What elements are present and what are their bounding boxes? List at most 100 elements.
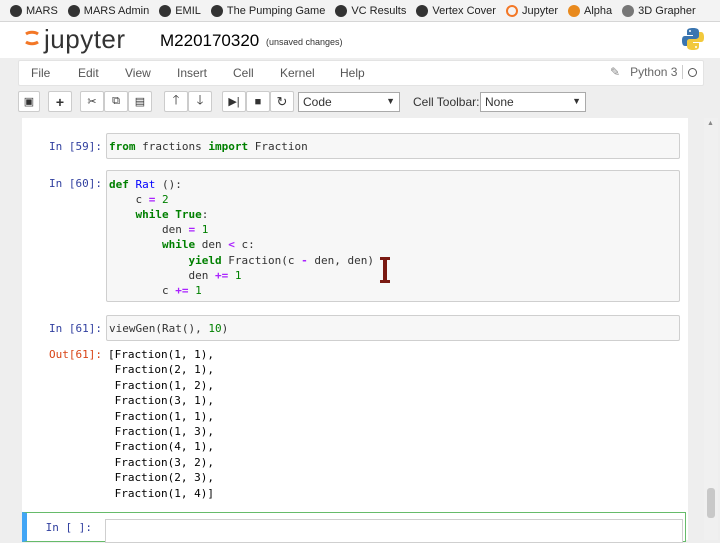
scissors-icon: ✂ [87,96,97,108]
menu-insert[interactable]: Insert [177,66,207,80]
bookmark-label: The Pumping Game [226,4,326,17]
bookmark-the-pumping-game[interactable]: The Pumping Game [210,4,326,17]
insert-cell-button[interactable]: + [48,91,72,112]
menubar: File Edit View Insert Cell Kernel Help ✎… [18,60,704,86]
github-icon [335,4,348,17]
bookmark-mars-admin[interactable]: MARS Admin [67,4,149,17]
jupyter-logo-icon[interactable] [22,28,42,48]
move-up-button[interactable]: 🡑 [164,91,188,112]
output-line: Fraction(2, 3), [108,471,214,485]
jupyter-logo-text[interactable]: jupyter [44,24,126,55]
notebook-title[interactable]: M220170320 [160,31,259,51]
bookmark-label: Jupyter [521,4,559,17]
menu-edit[interactable]: Edit [78,66,99,80]
run-button[interactable]: ▶| [222,91,246,112]
bookmark-label: MARS [26,4,58,17]
scroll-up-icon[interactable]: ▲ [707,120,714,127]
bookmark-label: Vertex Cover [432,4,496,17]
paste-icon: ▤ [134,96,146,108]
paste-button[interactable]: ▤ [128,91,152,112]
output-line: Fraction(2, 1), [108,363,214,377]
menu-view[interactable]: View [125,66,151,80]
interrupt-button[interactable]: ■ [246,91,270,112]
cut-button[interactable]: ✂ [80,91,104,112]
bookmark-jupyter[interactable]: Jupyter [505,4,559,17]
bookmark-label: 3D Grapher [638,4,696,17]
code-line: c = 2 [109,193,169,206]
selected-code-cell[interactable]: In [ ]: [22,512,686,543]
bookmark-emil[interactable]: EMIL [159,4,201,17]
bookmarks-bar: MARS MARS Admin EMIL The Pumping Game VC Res… [0,0,720,22]
bookmark-alpha[interactable]: Alpha [568,4,613,17]
stop-icon: ■ [254,95,262,108]
copy-button[interactable]: ⧉ [104,91,128,112]
code-line: den = 1 [109,223,209,236]
save-button[interactable]: ▣ [18,91,40,112]
python-logo-icon [682,28,704,50]
output-prompt: Out[61]: [49,348,102,361]
code-cell-61[interactable]: viewGen(Rat(), 10) [106,315,680,341]
cell-toolbar-select[interactable]: None ▼ [480,92,586,112]
bookmark-vertex-cover[interactable]: Vertex Cover [416,4,496,17]
kernel-indicator: ✎ Python 3 [610,65,698,79]
kernel-status-icon [688,67,698,77]
output-line: Fraction(1, 3), [108,425,214,438]
github-icon [10,4,22,17]
save-icon: ▣ [23,96,35,108]
bookmark-mars[interactable]: MARS [10,4,58,17]
code-cell-60[interactable]: def Rat (): c = 2 while True: den = 1 wh… [106,170,680,302]
menu-cell[interactable]: Cell [233,66,254,80]
output-line: [Fraction(1, 1), [108,348,214,361]
cell-type-select[interactable]: Code ▼ [298,92,400,112]
output-line: Fraction(1, 1), [108,409,214,423]
bookmark-vc-results[interactable]: VC Results [335,4,407,17]
arrow-down-icon: 🡓 [196,91,204,107]
restart-button[interactable]: ↻ [270,91,294,112]
cell-toolbar-label: Cell Toolbar: [413,95,480,109]
input-prompt: In [ ]: [45,521,92,534]
pencil-icon[interactable]: ✎ [610,65,620,79]
menu-kernel[interactable]: Kernel [280,66,315,80]
copy-icon: ⧉ [112,95,120,107]
bookmark-3d-grapher[interactable]: 3D Grapher [622,4,696,17]
text-cursor-icon [380,257,390,283]
code-line: den += 1 [109,269,242,282]
kernel-name: Python 3 [630,65,678,79]
output-line: Fraction(3, 2), [108,455,214,469]
toolbar: ▣ + ✂ ⧉ ▤ 🡑 🡓 ▶| ■ ↻ Code ▼ Cell Toolbar… [18,89,704,115]
gear-icon [568,4,581,17]
output-line: Fraction(3, 1), [108,394,214,408]
input-prompt: In [59]: [49,140,102,153]
save-status: (unsaved changes) [266,37,343,47]
output-line: Fraction(4, 1), [108,440,214,454]
bookmark-label: Alpha [584,4,613,17]
step-forward-icon: ▶| [228,96,240,108]
menu-file[interactable]: File [31,66,50,80]
code-line: while den < c: [161,238,255,251]
input-prompt: In [60]: [49,177,102,190]
github-icon [416,4,429,17]
notebook-area: In [59]: from fractions import Fraction … [0,118,720,543]
code-cell-59[interactable]: from fractions import Fraction [106,133,680,159]
refresh-icon: ↻ [276,93,288,109]
chevron-down-icon: ▼ [386,96,395,106]
code-line: yield Fraction(c - den, den) [188,254,374,267]
scrollbar[interactable]: ▲ [704,118,718,540]
move-down-button[interactable]: 🡓 [188,91,212,112]
notebook-header: jupyter M220170320 (unsaved changes) [0,22,720,58]
cell-type-value: Code [303,95,332,109]
chevron-down-icon: ▼ [572,96,581,106]
menu-help[interactable]: Help [340,66,365,80]
empty-code-input[interactable] [105,519,683,543]
jupyter-icon [505,4,518,17]
plus-icon: + [55,93,65,110]
bookmark-label: EMIL [175,4,201,17]
scrollbar-thumb[interactable] [707,488,715,518]
output-line: Fraction(1, 4)] [108,486,214,500]
code-line: c += 1 [109,284,202,297]
github-icon [67,4,80,17]
code-line: while True: [135,208,209,221]
globe-icon [622,4,635,17]
cell-toolbar-value: None [485,95,514,109]
bookmark-label: VC Results [351,4,407,17]
